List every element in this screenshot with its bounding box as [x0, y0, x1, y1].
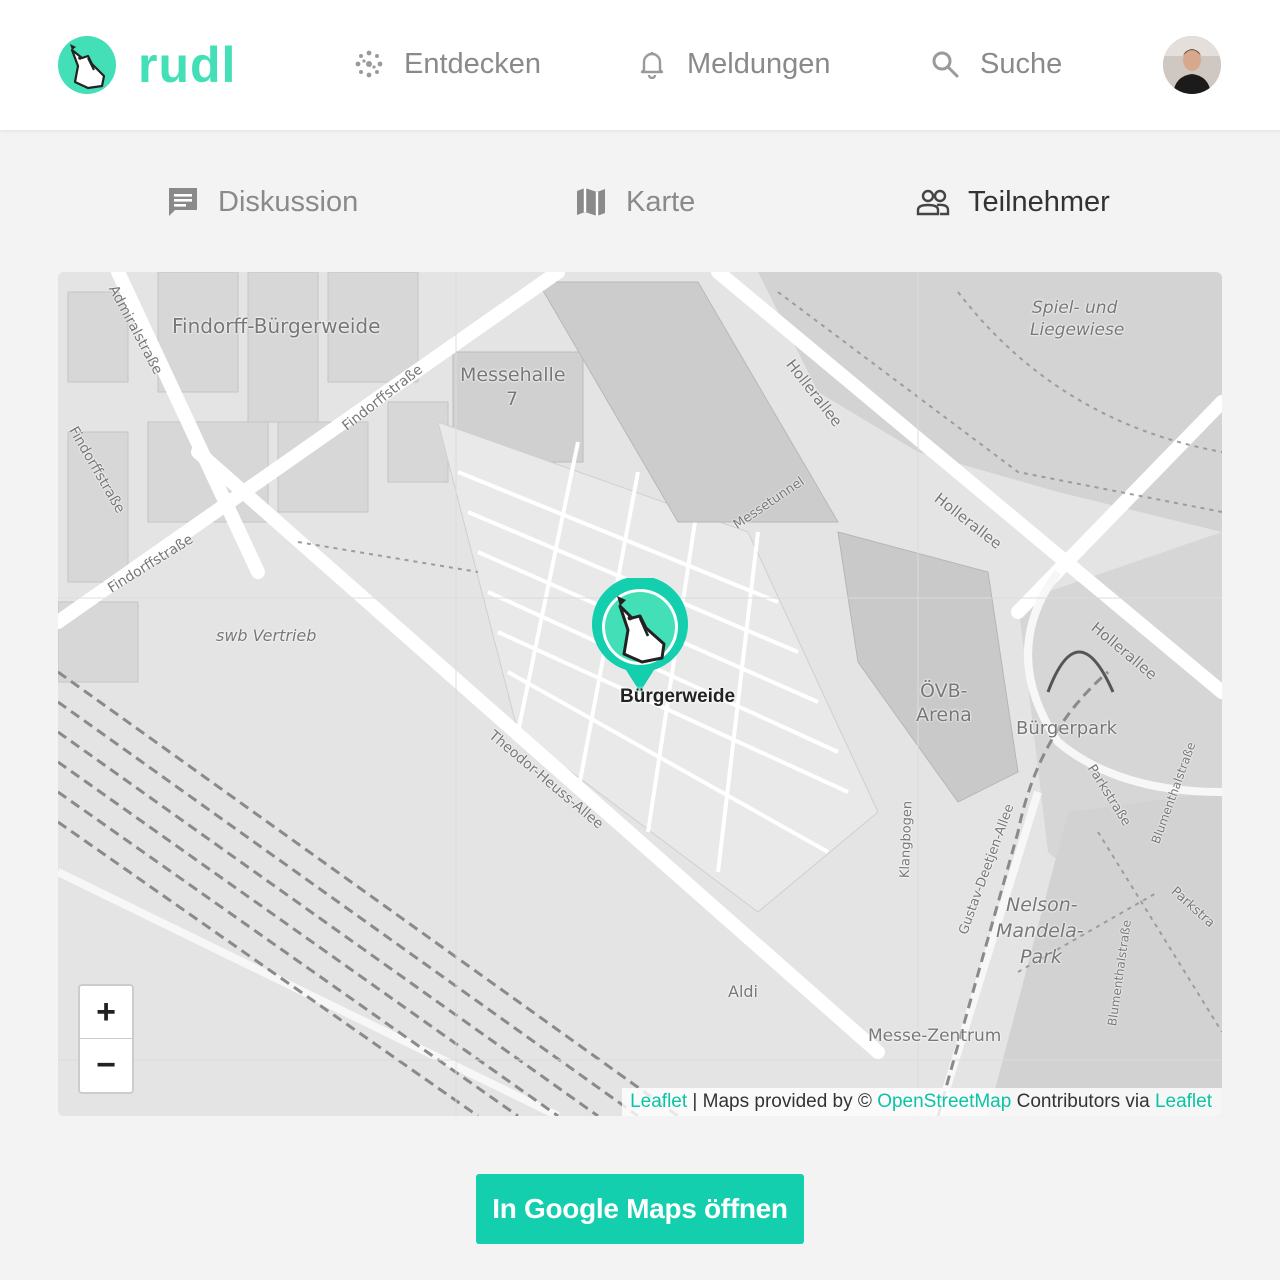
tab-karte[interactable]: Karte: [574, 180, 695, 224]
label-buergerpark: Bürgerpark: [1016, 718, 1118, 739]
attribution-text-2: Contributors via: [1011, 1091, 1155, 1112]
tab-diskussion-label: Diskussion: [218, 186, 359, 218]
label-findorff: Findorff-Bürgerweide: [172, 314, 381, 338]
open-google-maps-button[interactable]: In Google Maps öffnen: [476, 1174, 804, 1244]
zoom-control: + −: [78, 984, 134, 1094]
dots-grid-icon: [354, 49, 384, 79]
label-nelson: Nelson-: [1006, 894, 1078, 916]
attribution-text-1: | Maps provided by ©: [687, 1091, 878, 1112]
nav-suche-label: Suche: [980, 48, 1063, 80]
nav-meldungen-label: Meldungen: [687, 48, 831, 80]
label-oevb: ÖVB-: [920, 680, 968, 702]
marker-label: Bürgerweide: [620, 686, 736, 707]
label-aldi: Aldi: [728, 982, 758, 1001]
tab-diskussion[interactable]: Diskussion: [166, 180, 358, 224]
nav-meldungen[interactable]: Meldungen: [637, 42, 831, 86]
nav-suche[interactable]: Suche: [930, 42, 1062, 86]
nav-entdecken[interactable]: Entdecken: [354, 42, 541, 86]
chat-icon: [166, 185, 200, 219]
map-attribution: Leaflet | Maps provided by © OpenStreetM…: [622, 1088, 1222, 1116]
home-logo-link[interactable]: rudl: [58, 36, 236, 94]
brand-name: rudl: [138, 37, 237, 93]
openstreetmap-link[interactable]: OpenStreetMap: [877, 1091, 1011, 1112]
label-messehalle: Messehalle: [460, 364, 566, 386]
tab-teilnehmer[interactable]: Teilnehmer: [916, 180, 1110, 224]
zoom-out-button[interactable]: −: [80, 1039, 132, 1092]
label-messezentrum: Messe-Zentrum: [868, 1026, 1002, 1046]
leaflet-link-2[interactable]: Leaflet: [1155, 1091, 1212, 1112]
top-header: rudl Entdecken Meldungen Suche: [0, 0, 1280, 130]
label-messehalle-num: 7: [506, 388, 519, 410]
search-icon: [930, 49, 960, 79]
label-spielwiese: Spiel- und: [1032, 298, 1118, 318]
tab-teilnehmer-label: Teilnehmer: [968, 186, 1110, 218]
wolf-logo-icon: [58, 36, 116, 94]
bell-icon: [637, 49, 667, 79]
label-mandela: Mandela-: [996, 920, 1084, 942]
map-view[interactable]: Findorff-Bürgerweide Messehalle 7 Spiel-…: [58, 272, 1222, 1116]
leaflet-link[interactable]: Leaflet: [630, 1091, 687, 1112]
label-liegewiese: Liegewiese: [1030, 320, 1125, 340]
label-arena: Arena: [916, 704, 972, 726]
street-klangbogen: Klangbogen: [897, 800, 916, 879]
location-marker-icon[interactable]: [590, 578, 690, 694]
map-icon: [574, 185, 608, 219]
nav-entdecken-label: Entdecken: [404, 48, 542, 80]
people-icon: [916, 185, 950, 219]
avatar[interactable]: [1163, 36, 1221, 94]
label-swb: swb Vertrieb: [216, 626, 317, 645]
tab-karte-label: Karte: [626, 186, 696, 218]
label-park: Park: [1020, 946, 1062, 968]
zoom-in-button[interactable]: +: [80, 986, 132, 1039]
